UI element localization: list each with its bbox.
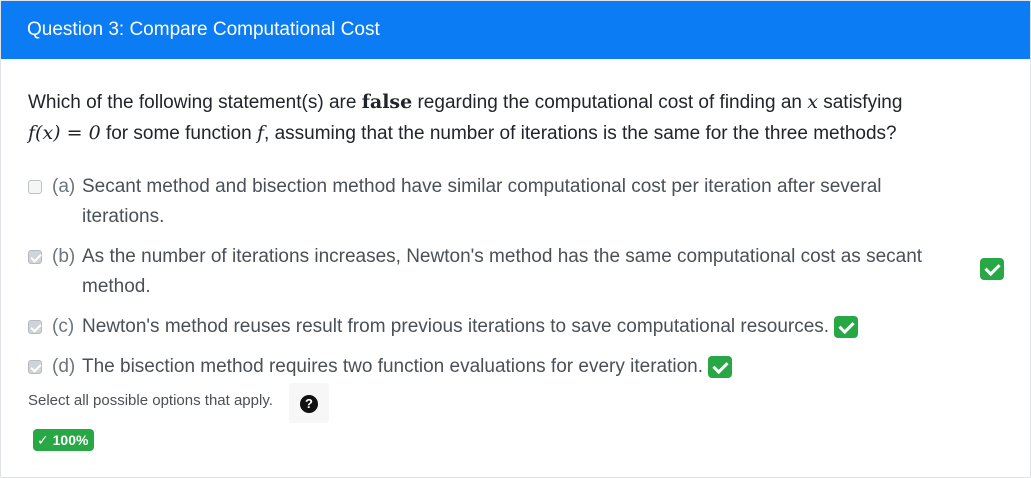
checkmark-icon: ✓: [37, 432, 49, 448]
question-mark-icon: ?: [300, 395, 318, 413]
option-key: (d): [52, 356, 76, 377]
option-c-text: Newton's method reuses result from previ…: [82, 312, 859, 342]
option-c-checkbox[interactable]: [28, 320, 42, 334]
correct-check-icon: [708, 355, 733, 378]
option-line: method.: [82, 276, 151, 297]
option-line: Secant method and bisection method have …: [82, 176, 882, 197]
option-key: (b): [52, 246, 76, 267]
prompt-text: for some function: [100, 123, 257, 144]
option-line: Newton's method reuses result from previ…: [82, 316, 830, 337]
question-header: Question 3: Compare Computational Cost: [1, 1, 1030, 59]
correct-check-icon: [980, 258, 1004, 280]
option-line: The bisection method requires two functi…: [82, 356, 703, 377]
option-key: (c): [52, 316, 75, 337]
option-d-checkbox[interactable]: [28, 360, 42, 374]
option-d[interactable]: (d) The bisection method requires two fu…: [28, 352, 733, 382]
option-line: As the number of iterations increases, N…: [82, 246, 923, 267]
option-line: iterations.: [82, 206, 165, 227]
math-var-f: f: [256, 122, 265, 144]
option-b[interactable]: (b) As the number of iterations increase…: [28, 242, 972, 302]
option-c[interactable]: (c) Newton's method reuses result from p…: [28, 312, 859, 342]
question-card: Question 3: Compare Computational Cost W…: [0, 0, 1031, 478]
prompt-bold-word: false: [361, 91, 413, 113]
option-key: (a): [52, 176, 76, 197]
option-b-text: As the number of iterations increases, N…: [82, 242, 972, 302]
option-a-text: Secant method and bisection method have …: [82, 172, 962, 232]
prompt-text: Which of the following statement(s) are: [28, 92, 362, 113]
question-prompt: Which of the following statement(s) are …: [28, 87, 1008, 149]
option-b-checkbox[interactable]: [28, 250, 42, 264]
help-button[interactable]: ?: [289, 383, 329, 423]
prompt-text: , assuming that the number of iterations…: [264, 123, 897, 144]
correct-check-icon: [834, 315, 859, 338]
prompt-text: satisfying: [817, 92, 903, 113]
question-title: Question 3: Compare Computational Cost: [27, 19, 380, 40]
option-d-text: The bisection method requires two functi…: [82, 352, 733, 382]
math-var-x: x: [807, 91, 818, 113]
math-equation: f(x) = 0: [28, 122, 101, 144]
score-badge: ✓ 100%: [33, 429, 95, 451]
prompt-text: regarding the computational cost of find…: [412, 92, 808, 113]
option-a-checkbox[interactable]: [28, 180, 42, 194]
select-all-hint: Select all possible options that apply.: [28, 392, 273, 409]
option-a[interactable]: (a) Secant method and bisection method h…: [28, 172, 962, 232]
score-value: 100%: [52, 432, 89, 448]
